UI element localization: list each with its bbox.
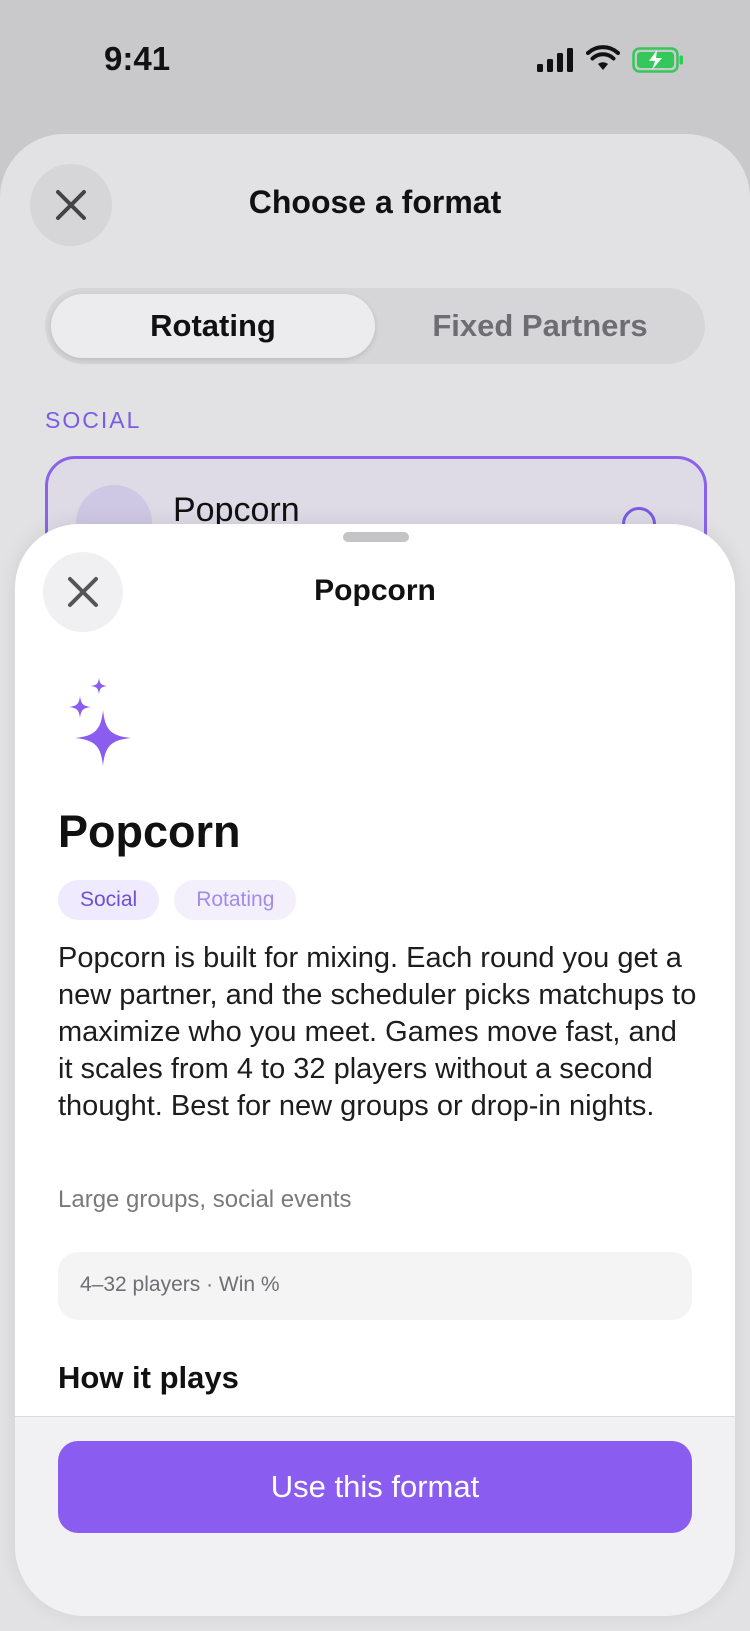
section-label-social: SOCIAL bbox=[45, 407, 142, 433]
segment-rotating[interactable]: Rotating bbox=[51, 294, 375, 358]
format-tags: Social Rotating bbox=[58, 880, 297, 920]
tag-social: Social bbox=[58, 880, 160, 920]
cellular-signal-icon bbox=[537, 48, 573, 72]
use-this-format-button[interactable]: Use this format bbox=[58, 1441, 692, 1533]
format-description: Popcorn is built for mixing. Each round … bbox=[58, 942, 697, 1122]
format-meta-text: 4–32 players · Win % bbox=[80, 1273, 280, 1296]
picker-title: Choose a format bbox=[248, 184, 502, 220]
status-time: 9:41 bbox=[104, 40, 171, 77]
detail-sheet-title: Popcorn bbox=[314, 574, 436, 607]
wifi-icon bbox=[586, 45, 620, 70]
status-bar: 9:41 bbox=[0, 0, 750, 120]
sheet-grabber[interactable] bbox=[343, 532, 409, 542]
sheet-footer: Use this format bbox=[15, 1416, 735, 1616]
format-name-heading: Popcorn bbox=[58, 806, 241, 857]
segment-fixed-partners[interactable]: Fixed Partners bbox=[381, 294, 699, 358]
best-for-text: Large groups, social events bbox=[58, 1186, 352, 1213]
tag-rotating: Rotating bbox=[174, 880, 297, 920]
format-type-segmented-control: Rotating Fixed Partners bbox=[45, 288, 705, 364]
format-detail-sheet: Popcorn Popcorn Social Rotating Popcorn … bbox=[15, 524, 735, 1616]
battery-charging-icon bbox=[632, 47, 683, 73]
format-meta-box: 4–32 players · Win % bbox=[58, 1252, 692, 1320]
how-it-plays-heading: How it plays bbox=[58, 1360, 239, 1395]
sparkle-icon bbox=[69, 678, 131, 766]
